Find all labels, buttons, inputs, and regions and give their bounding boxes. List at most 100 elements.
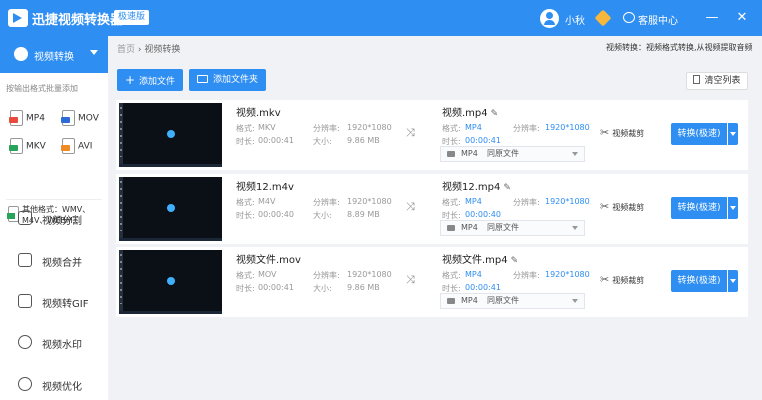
gif-icon (18, 294, 32, 308)
service-icon[interactable] (623, 12, 635, 23)
sidebar-item-video-convert[interactable]: 视频转换 (0, 36, 108, 73)
output-preset-select[interactable]: MP4 同原文件 (440, 146, 585, 162)
breadcrumb-home[interactable]: 首页 (117, 45, 135, 55)
output-resolution: 1920*1080 (545, 270, 590, 279)
file-row: 视频.mkv 格式: MKV 分辨率: 1920*1080 时长: 00:00:… (116, 100, 748, 170)
merge-icon (18, 253, 32, 267)
output-format: MP4 (465, 197, 482, 206)
source-format: MKV (258, 123, 276, 132)
title-bar: 迅捷视频转换器 极速版 小秋 客服中心 — ✕ (0, 0, 762, 36)
video-camera-icon (447, 225, 455, 231)
output-preset-select[interactable]: MP4 同原文件 (440, 293, 585, 309)
output-duration: 00:00:40 (465, 210, 501, 219)
convert-options-dropdown[interactable] (728, 123, 738, 145)
video-camera-icon (447, 151, 455, 157)
format-mov-button[interactable]: MOV (61, 110, 99, 126)
format-hint: 按输出格式批量添加 (6, 84, 78, 93)
trash-icon (693, 75, 701, 84)
page-notice: 视频转换：视频格式转换,从视频提取音频 (606, 43, 753, 52)
source-size: 8.89 MB (347, 210, 380, 219)
output-duration: 00:00:41 (465, 136, 501, 145)
scissors-icon: ✂ (600, 126, 610, 139)
source-size: 9.86 MB (347, 136, 380, 145)
mov-file-icon (61, 110, 75, 126)
scissors-icon: ✂ (600, 273, 610, 286)
sidebar-item-label: 视频转换 (34, 52, 74, 63)
video-thumbnail[interactable] (119, 103, 222, 167)
convert-button[interactable]: 转换(极速) (671, 270, 727, 292)
output-resolution: 1920*1080 (545, 123, 590, 132)
output-resolution: 1920*1080 (545, 197, 590, 206)
shuffle-icon: ⤨ (406, 126, 415, 139)
video-cut-button[interactable]: ✂ 视频裁剪 (600, 200, 644, 213)
chevron-down-icon (572, 152, 578, 156)
output-format: MP4 (465, 270, 482, 279)
pencil-icon[interactable]: ✎ (491, 109, 499, 119)
chevron-down-icon (572, 299, 578, 303)
plus-icon: + (124, 73, 136, 87)
source-file-name: 视频12.m4v (236, 182, 294, 193)
video-cut-button[interactable]: ✂ 视频裁剪 (600, 126, 644, 139)
source-file-name: 视频.mkv (236, 108, 281, 119)
sidebar: 视频转换 按输出格式批量添加 MP4 MOV MKV AVI 其他格式：WMV、… (0, 36, 108, 400)
source-duration: 00:00:41 (258, 283, 294, 292)
app-title: 迅捷视频转换器 (32, 13, 124, 28)
pencil-icon[interactable]: ✎ (503, 183, 511, 193)
avi-file-icon (61, 138, 75, 154)
username[interactable]: 小秋 (565, 12, 585, 27)
video-camera-icon (447, 298, 455, 304)
video-cut-button[interactable]: ✂ 视频裁剪 (600, 273, 644, 286)
sidebar-item-video-watermark[interactable]: 视频水印 (0, 327, 108, 357)
convert-options-dropdown[interactable] (728, 270, 738, 292)
sidebar-item-video-split[interactable]: 视频分割 (0, 203, 108, 233)
convert-options-dropdown[interactable] (728, 197, 738, 219)
shuffle-icon: ⤨ (406, 200, 415, 213)
clear-list-button[interactable]: 清空列表 (686, 72, 748, 90)
format-mp4-button[interactable]: MP4 (9, 110, 45, 126)
chevron-down-icon (572, 226, 578, 230)
source-file-name: 视频文件.mov (236, 255, 301, 266)
mp4-file-icon (9, 110, 23, 126)
service-center-link[interactable]: 客服中心 (638, 12, 678, 27)
user-avatar-icon[interactable] (540, 9, 559, 28)
source-duration: 00:00:40 (258, 210, 294, 219)
film-reel-icon (18, 377, 32, 391)
edition-badge: 极速版 (114, 10, 150, 25)
source-duration: 00:00:41 (258, 136, 294, 145)
breadcrumb-current: 视频转换 (144, 45, 181, 55)
vip-icon[interactable] (594, 9, 612, 27)
file-row: 视频文件.mov 格式: MOV 分辨率: 1920*1080 时长: 00:0… (116, 247, 748, 317)
video-thumbnail[interactable] (119, 250, 222, 314)
sidebar-item-video-merge[interactable]: 视频合并 (0, 245, 108, 275)
source-resolution: 1920*1080 (347, 197, 392, 206)
source-resolution: 1920*1080 (347, 123, 392, 132)
convert-button[interactable]: 转换(极速) (671, 123, 727, 145)
chevron-down-icon[interactable] (90, 50, 98, 55)
folder-icon (196, 75, 208, 83)
add-folder-button[interactable]: 添加文件夹 (189, 69, 266, 91)
source-resolution: 1920*1080 (347, 270, 392, 279)
video-thumbnail[interactable] (119, 177, 222, 241)
close-icon[interactable]: ✕ (732, 8, 752, 28)
format-avi-button[interactable]: AVI (61, 138, 92, 154)
file-row: 视频12.m4v 格式: M4V 分辨率: 1920*1080 时长: 00:0… (116, 174, 748, 244)
output-preset-select[interactable]: MP4 同原文件 (440, 220, 585, 236)
breadcrumb-separator: › (137, 45, 142, 55)
app-logo-icon (8, 9, 28, 27)
output-duration: 00:00:41 (465, 283, 501, 292)
format-mkv-button[interactable]: MKV (9, 138, 46, 154)
source-format: M4V (258, 197, 276, 206)
sidebar-item-video-optimize[interactable]: 视频优化 (0, 369, 108, 399)
sidebar-item-video-to-gif[interactable]: 视频转GIF (0, 286, 108, 316)
output-format: MP4 (465, 123, 482, 132)
source-size: 9.86 MB (347, 283, 380, 292)
pencil-icon[interactable]: ✎ (511, 256, 519, 266)
breadcrumb: 首页 › 视频转换 (117, 42, 180, 55)
convert-icon (14, 47, 28, 61)
output-file-name: 视频文件.mp4 ✎ (442, 255, 519, 266)
add-file-button[interactable]: + 添加文件 (117, 69, 183, 91)
convert-button[interactable]: 转换(极速) (671, 197, 727, 219)
minimize-icon[interactable]: — (702, 8, 722, 28)
mkv-file-icon (9, 138, 23, 154)
shuffle-icon: ⤨ (406, 273, 415, 286)
